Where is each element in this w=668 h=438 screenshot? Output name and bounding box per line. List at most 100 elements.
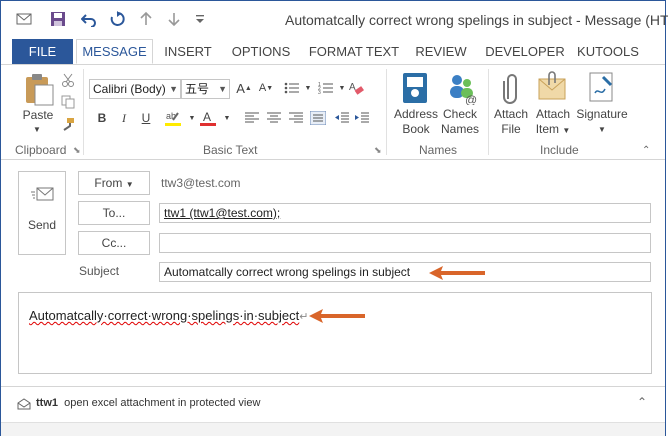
dialog-launcher-icon[interactable]: ⬊ — [374, 145, 382, 156]
undo-icon[interactable] — [80, 10, 98, 28]
bullets-dropdown-icon[interactable]: ▼ — [299, 79, 317, 97]
cc-field[interactable] — [159, 233, 651, 253]
people-message: open excel attachment in protected view — [64, 397, 261, 409]
dialog-launcher-icon[interactable]: ⬊ — [73, 145, 81, 156]
signature-button[interactable]: Signature ▼ — [574, 107, 630, 137]
chevron-down-icon: ▼ — [218, 84, 227, 94]
check-names-label-1: Check — [442, 107, 477, 121]
attach-item-button[interactable]: Attach Item ▼ — [531, 107, 575, 138]
paste-dropdown-icon[interactable]: ▼ — [31, 122, 43, 137]
send-button[interactable]: Send — [18, 171, 66, 255]
outlook-message-window: Automatcally correct wrong spelings in s… — [0, 0, 668, 436]
tab-kutools[interactable]: KUTOOLS — [576, 39, 640, 64]
from-label: From — [94, 176, 123, 190]
clear-formatting-icon[interactable]: A — [347, 79, 365, 97]
people-name: ttw1 — [36, 397, 58, 409]
font-name-value: Calibri (Body) — [93, 82, 166, 96]
to-button[interactable]: To... — [78, 201, 150, 225]
signature-icon[interactable] — [587, 71, 617, 105]
decrease-indent-icon[interactable] — [333, 109, 351, 127]
tab-options[interactable]: OPTIONS — [226, 39, 296, 64]
align-center-icon[interactable] — [265, 109, 283, 127]
font-color-dropdown-icon[interactable]: ▼ — [218, 109, 236, 127]
tab-file[interactable]: FILE — [12, 39, 73, 64]
font-size-value: 五号 — [185, 82, 210, 96]
ribbon-tabs: FILE MESSAGE INSERT OPTIONS FORMAT TEXT … — [1, 39, 665, 65]
bold-icon[interactable]: B — [93, 109, 111, 127]
to-recipient[interactable]: ttw1 (ttw1@test.com); — [164, 206, 280, 220]
envelope-icon[interactable] — [15, 10, 33, 28]
send-label: Send — [27, 218, 57, 232]
increase-indent-icon[interactable] — [353, 109, 371, 127]
attach-item-icon[interactable] — [537, 71, 569, 105]
group-separator — [488, 69, 489, 155]
attach-file-button[interactable]: Attach File — [491, 107, 531, 137]
up-arrow-icon[interactable] — [137, 10, 155, 28]
tab-review[interactable]: REVIEW — [411, 39, 471, 64]
save-icon[interactable] — [49, 10, 67, 28]
check-names-label-2: Names — [440, 122, 479, 136]
from-button[interactable]: From ▼ — [78, 171, 150, 195]
align-left-icon[interactable] — [243, 109, 261, 127]
tab-developer[interactable]: DEVELOPER — [481, 39, 569, 64]
font-name-combo[interactable]: Calibri (Body) ▼ — [89, 79, 181, 99]
address-book-button[interactable]: Address Book — [391, 107, 441, 137]
subject-field[interactable]: Automatcally correct wrong spelings in s… — [159, 262, 651, 282]
svg-text:A: A — [203, 110, 211, 124]
to-field[interactable]: ttw1 (ttw1@test.com); — [159, 203, 651, 223]
expand-people-pane-icon[interactable]: ⌃ — [637, 395, 647, 409]
customize-dropdown-icon[interactable] — [191, 10, 209, 28]
tab-insert[interactable]: INSERT — [158, 39, 218, 64]
redo-icon[interactable] — [108, 10, 126, 28]
send-icon — [31, 186, 55, 207]
title-bar: Automatcally correct wrong spelings in s… — [1, 1, 668, 39]
address-book-label-2: Book — [402, 122, 430, 136]
justify-icon[interactable] — [309, 109, 327, 127]
paste-button[interactable]: Paste — [19, 108, 57, 123]
align-right-icon[interactable] — [287, 109, 305, 127]
highlight-icon[interactable]: ab — [164, 109, 182, 127]
grow-font-icon[interactable]: A ▲ — [235, 79, 253, 97]
group-separator — [386, 69, 387, 155]
paste-icon[interactable] — [23, 73, 55, 107]
annotation-arrow — [307, 306, 369, 329]
tab-message[interactable]: MESSAGE — [76, 39, 153, 64]
clipboard-group-label: Clipboard — [15, 143, 67, 157]
address-book-label-1: Address — [393, 107, 439, 121]
subject-label: Subject — [79, 264, 120, 278]
svg-text:3: 3 — [318, 90, 321, 95]
check-names-button[interactable]: Check Names — [437, 107, 483, 137]
attach-file-label-1: Attach — [493, 107, 529, 121]
body-text[interactable]: Automatcally·correct·wrong·spelings·in·s… — [29, 308, 308, 323]
body-text-content: Automatcally·correct·wrong·spelings·in·s… — [29, 308, 300, 323]
tab-format-text[interactable]: FORMAT TEXT — [306, 39, 402, 64]
people-pane-text[interactable]: ttw1 open excel attachment in protected … — [36, 397, 260, 409]
attach-file-label-2: File — [501, 122, 521, 136]
attach-item-label-2: Item — [535, 122, 560, 136]
italic-icon[interactable]: I — [115, 109, 133, 127]
paperclip-icon[interactable] — [499, 71, 525, 105]
cc-button[interactable]: Cc... — [78, 231, 150, 255]
chevron-down-icon: ▼ — [598, 125, 606, 134]
people-pane: ttw1 open excel attachment in protected … — [1, 386, 665, 421]
basic-text-group-label: Basic Text — [203, 143, 258, 157]
cut-icon[interactable] — [59, 71, 77, 89]
font-color-icon[interactable]: A — [199, 109, 217, 127]
status-bar — [1, 422, 665, 436]
copy-icon[interactable] — [59, 93, 77, 111]
shrink-font-icon[interactable]: A ▼ — [257, 79, 275, 97]
address-book-icon[interactable] — [399, 71, 433, 105]
names-group-label: Names — [419, 143, 458, 157]
collapse-ribbon-icon[interactable]: ⌃ — [642, 145, 650, 156]
svg-text:@: @ — [465, 93, 477, 105]
underline-icon[interactable]: U — [137, 109, 155, 127]
font-size-combo[interactable]: 五号 ▼ — [181, 79, 230, 99]
message-body[interactable]: Automatcally·correct·wrong·spelings·in·s… — [18, 292, 652, 374]
format-painter-icon[interactable] — [59, 115, 77, 133]
check-names-icon[interactable]: @ — [445, 71, 479, 107]
group-separator — [83, 69, 84, 155]
message-icon — [17, 398, 31, 413]
down-arrow-icon[interactable] — [165, 10, 183, 28]
annotation-arrow — [427, 263, 489, 286]
include-group-label: Include — [540, 143, 579, 157]
